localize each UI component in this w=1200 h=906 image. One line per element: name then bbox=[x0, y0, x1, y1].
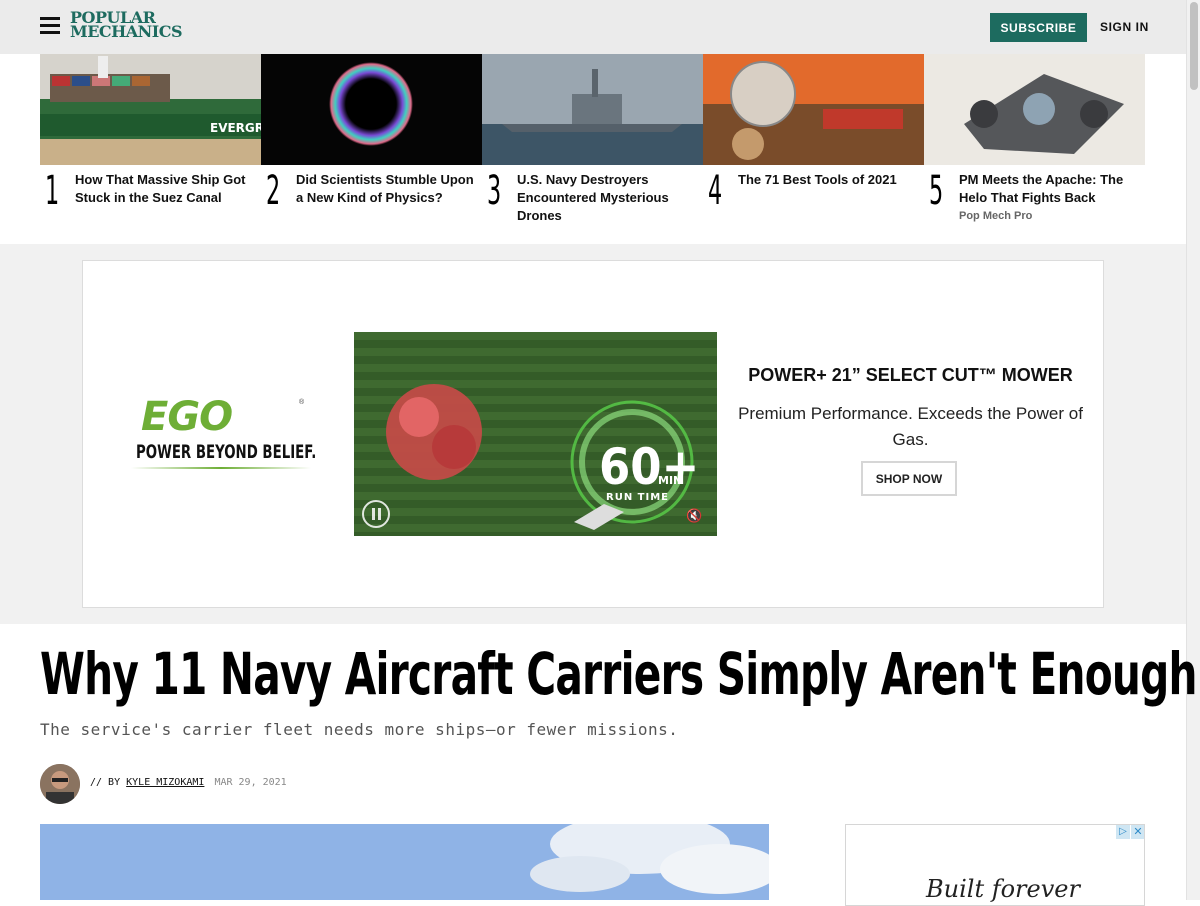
trending-item[interactable]: 4 The 71 Best Tools of 2021 bbox=[703, 54, 924, 244]
byline-text: // BY KYLE MIZOKAMI MAR 29, 2021 bbox=[90, 777, 287, 788]
ad-description: Premium Performance. Exceeds the Power o… bbox=[738, 404, 1083, 449]
trending-thumbnail-ship[interactable]: EVERGREEN bbox=[40, 54, 261, 165]
runtime-value: 60+ bbox=[599, 438, 699, 496]
sign-in-link[interactable]: SIGN IN bbox=[1100, 20, 1149, 34]
author-avatar[interactable] bbox=[40, 764, 80, 804]
trending-thumbnail-destroyer[interactable] bbox=[482, 54, 703, 165]
site-header: POPULAR MECHANICS SUBSCRIBE SIGN IN bbox=[0, 0, 1186, 54]
ad-video[interactable]: 60+ MIN RUN TIME 🔇 bbox=[354, 332, 717, 536]
trending-rank: 4 bbox=[708, 168, 723, 214]
trending-strip: EVERGREEN 1 How That Massive Ship Got St… bbox=[40, 54, 1145, 244]
trending-title[interactable]: The 71 Best Tools of 2021 bbox=[738, 171, 916, 189]
trending-rank: 3 bbox=[487, 168, 502, 214]
ego-underline bbox=[131, 467, 311, 469]
ship-hull-text: EVERGREEN bbox=[210, 121, 261, 135]
byline-prefix: // BY bbox=[90, 777, 121, 788]
registered-mark: ® bbox=[299, 399, 305, 406]
ego-logo[interactable]: EGO ® POWER BEYOND BELIEF. bbox=[131, 394, 316, 475]
page-scrollbar[interactable] bbox=[1186, 0, 1200, 900]
trending-thumbnail-apache[interactable] bbox=[924, 54, 1145, 165]
sidebar-ad[interactable]: ▷ ✕ Built forever bbox=[845, 824, 1145, 906]
ad-band: EGO ® POWER BEYOND BELIEF. 60+ MIN RUN T… bbox=[0, 244, 1186, 624]
trending-rank: 2 bbox=[266, 168, 281, 214]
ad-choices-icon[interactable]: ▷ bbox=[1116, 825, 1130, 839]
mute-icon[interactable]: 🔇 bbox=[686, 508, 702, 524]
byline: // BY KYLE MIZOKAMI MAR 29, 2021 bbox=[40, 764, 640, 804]
trending-thumbnail-physics[interactable] bbox=[261, 54, 482, 165]
ad-headline[interactable]: POWER+ 21” SELECT CUT™ MOWER bbox=[723, 365, 1098, 386]
display-ad[interactable]: EGO ® POWER BEYOND BELIEF. 60+ MIN RUN T… bbox=[82, 260, 1104, 608]
site-logo[interactable]: POPULAR MECHANICS bbox=[70, 10, 183, 41]
author-link[interactable]: KYLE MIZOKAMI bbox=[126, 777, 204, 788]
trending-title[interactable]: How That Massive Ship Got Stuck in the S… bbox=[75, 171, 253, 207]
pause-icon[interactable] bbox=[362, 500, 390, 528]
trending-item[interactable]: EVERGREEN 1 How That Massive Ship Got St… bbox=[40, 54, 261, 244]
trending-tag[interactable]: Pop Mech Pro bbox=[959, 210, 1032, 222]
ad-close-icon[interactable]: ✕ bbox=[1131, 825, 1144, 839]
subscribe-button[interactable]: SUBSCRIBE bbox=[990, 13, 1087, 42]
trending-title[interactable]: PM Meets the Apache: The Helo That Fight… bbox=[959, 171, 1137, 207]
sidebar-ad-script: Built forever bbox=[926, 875, 1080, 903]
hero-image bbox=[40, 824, 769, 900]
trending-rank: 5 bbox=[929, 168, 944, 214]
trending-item[interactable]: 2 Did Scientists Stumble Upon a New Kind… bbox=[261, 54, 482, 244]
trending-title[interactable]: U.S. Navy Destroyers Encountered Mysteri… bbox=[517, 171, 695, 225]
menu-icon[interactable] bbox=[40, 17, 60, 35]
ego-brand-text: EGO bbox=[141, 394, 233, 440]
trending-item[interactable]: 3 U.S. Navy Destroyers Encountered Myste… bbox=[482, 54, 703, 244]
article-title: Why 11 Navy Aircraft Carriers Simply Are… bbox=[40, 640, 1197, 708]
ego-tagline: POWER BEYOND BELIEF. bbox=[136, 441, 317, 463]
trending-item[interactable]: 5 PM Meets the Apache: The Helo That Fig… bbox=[924, 54, 1145, 244]
scrollbar-thumb[interactable] bbox=[1190, 2, 1198, 90]
publish-date: MAR 29, 2021 bbox=[214, 777, 287, 788]
logo-line-2: MECHANICS bbox=[70, 22, 183, 41]
trending-title[interactable]: Did Scientists Stumble Upon a New Kind o… bbox=[296, 171, 474, 207]
trending-rank: 1 bbox=[45, 168, 60, 214]
runtime-unit: MIN bbox=[658, 474, 682, 487]
runtime-label: RUN TIME bbox=[606, 492, 669, 503]
trending-thumbnail-tools[interactable] bbox=[703, 54, 924, 165]
article-dek: The service's carrier fleet needs more s… bbox=[40, 720, 679, 739]
shop-now-button[interactable]: SHOP NOW bbox=[861, 461, 957, 496]
